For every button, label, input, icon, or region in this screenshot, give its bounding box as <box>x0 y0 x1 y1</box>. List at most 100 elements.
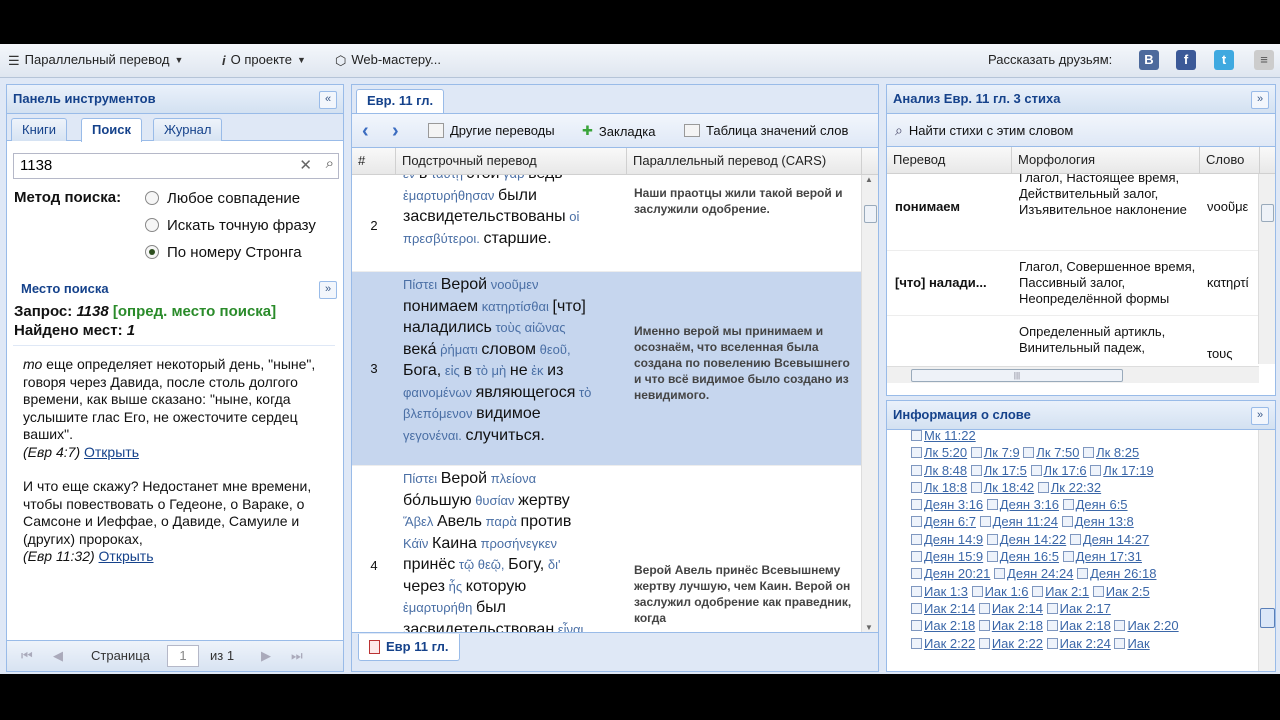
greek-word[interactable]: εἶναι <box>558 622 584 633</box>
reference-link[interactable]: Иак 2:1 <box>1045 584 1089 599</box>
greek-word[interactable]: κατηρτίσθαι <box>482 299 549 314</box>
result-open-link[interactable]: Открыть <box>84 444 139 460</box>
method-any[interactable]: Любое совпадение <box>145 187 335 209</box>
russian-word[interactable]: словом <box>481 341 536 358</box>
greek-word[interactable]: προσήνεγκεν <box>481 536 557 551</box>
reference-link[interactable]: Иак 2:22 <box>924 636 975 651</box>
reference-link[interactable]: Лк 18:8 <box>924 480 967 495</box>
reference-link[interactable]: Деян 26:18 <box>1090 566 1156 581</box>
reference-link[interactable]: Иак 2:14 <box>992 601 1043 616</box>
russian-word[interactable]: старшие. <box>483 230 551 247</box>
russian-word[interactable]: видимое <box>476 405 541 422</box>
scroll-up-icon[interactable]: ▲ <box>865 175 873 184</box>
col-number[interactable]: # <box>352 148 396 174</box>
reference-link[interactable]: Лк 17:5 <box>984 463 1027 478</box>
reference-link[interactable]: Деян 16:5 <box>1000 549 1059 564</box>
reference-link[interactable]: Деян 17:31 <box>1076 549 1142 564</box>
expand-place-icon[interactable]: » <box>319 281 337 299</box>
greek-word[interactable]: Ἅβελ <box>403 514 433 529</box>
greek-word[interactable]: θυσίαν <box>475 493 514 508</box>
greek-word[interactable]: εἰς <box>445 363 460 378</box>
russian-word[interactable]: принёс <box>403 556 455 573</box>
greek-word[interactable]: τὸ μὴ <box>476 363 507 378</box>
col-parallel[interactable]: Параллельный перевод (CARS) <box>627 148 862 174</box>
russian-word[interactable]: через <box>403 578 445 595</box>
greek-word[interactable]: τῷ θεῷ, <box>459 557 505 572</box>
verse-row-selected[interactable]: 3 Πίστει Верой νοοῦμεν понимаем κατηρτίσ… <box>352 272 862 466</box>
reference-link[interactable]: Деян 14:22 <box>1000 532 1066 547</box>
russian-word[interactable]: случиться. <box>465 427 544 444</box>
greek-word[interactable]: γεγονέναι. <box>403 428 462 443</box>
russian-word[interactable]: Каина <box>432 535 477 552</box>
greek-word[interactable]: γὰρ <box>503 175 524 181</box>
greek-word[interactable]: τὸ <box>579 385 591 400</box>
col-morphology[interactable]: Морфология <box>1012 147 1200 173</box>
analysis-row[interactable]: понимаем Глагол, Настоящее время, Действ… <box>887 174 1259 251</box>
greek-word[interactable]: ἐμαρτυρήθη <box>403 600 472 615</box>
bottom-tab-hebrews[interactable]: Евр 11 гл. <box>358 634 460 661</box>
russian-word[interactable]: засвидетельствован <box>403 621 554 633</box>
russian-word[interactable]: бо́льшую <box>403 492 472 509</box>
tab-search[interactable]: Поиск <box>81 118 143 142</box>
reference-link[interactable]: Деян 15:9 <box>924 549 983 564</box>
russian-word[interactable]: которую <box>466 578 527 595</box>
russian-word[interactable]: засвидетельствованы <box>403 208 566 225</box>
scroll-thumb[interactable] <box>864 205 877 223</box>
reference-link[interactable]: Деян 13:8 <box>1075 514 1134 529</box>
other-translations-button[interactable]: Другие переводы <box>428 123 555 138</box>
reference-link[interactable]: Лк 8:25 <box>1096 445 1139 460</box>
scroll-thumb[interactable] <box>1261 204 1274 222</box>
greek-word[interactable]: τοὺς αἰῶνας <box>495 320 565 335</box>
vk-share-button[interactable]: B <box>1139 50 1159 70</box>
reference-link[interactable]: Деян 24:24 <box>1007 566 1073 581</box>
greek-word[interactable]: πλείονα <box>491 471 536 486</box>
russian-word[interactable]: из <box>547 362 563 379</box>
col-translation[interactable]: Перевод <box>887 147 1012 173</box>
reference-link[interactable]: Иак 2:5 <box>1106 584 1150 599</box>
russian-word[interactable]: этой <box>467 175 500 182</box>
reference-link[interactable]: Деян 6:7 <box>924 514 976 529</box>
scroll-thumb[interactable] <box>1260 608 1275 628</box>
reference-link[interactable]: Иак 2:18 <box>924 618 975 633</box>
greek-word[interactable]: δι' <box>548 557 561 572</box>
reference-link[interactable]: Деян 3:16 <box>1000 497 1059 512</box>
page-number-input[interactable]: 1 <box>167 645 199 667</box>
reference-link[interactable]: Деян 14:27 <box>1083 532 1149 547</box>
russian-word[interactable]: не <box>510 362 528 379</box>
next-page-icon[interactable]: ▶ <box>261 648 271 664</box>
menu-parallel-translation[interactable]: ☰ Параллельный перевод ▼ <box>8 51 183 69</box>
info-scrollbar[interactable] <box>1258 430 1275 671</box>
reference-link[interactable]: Лк 18:42 <box>984 480 1034 495</box>
russian-word[interactable]: наладились <box>403 319 492 336</box>
tab-journal[interactable]: Журнал <box>153 118 223 141</box>
search-icon[interactable]: ⌕ <box>326 155 334 172</box>
reference-link[interactable]: Иак 2:18 <box>992 618 1043 633</box>
menu-about[interactable]: i О проекте ▼ <box>222 51 306 69</box>
reference-link[interactable]: Иак 2:20 <box>1127 618 1178 633</box>
reading-scrollbar[interactable]: ▲ ▼ <box>861 175 878 632</box>
analysis-row[interactable]: [что] налади... Глагол, Совершенное врем… <box>887 251 1259 316</box>
verse-row[interactable]: 4 Πίστει Верой πλείονα бо́льшую θυσίαν ж… <box>352 466 862 632</box>
greek-word[interactable]: ἐμαρτυρήθησαν <box>403 188 494 203</box>
greek-word[interactable]: παρὰ <box>486 514 517 529</box>
word-table-button[interactable]: Таблица значений слов <box>684 123 848 138</box>
russian-word[interactable]: были <box>498 187 537 204</box>
more-share-button[interactable]: ≡ <box>1254 50 1274 70</box>
verse-row[interactable]: 2 ἐν в ταύτῃ этой γὰρ ведь ἐμαρτυρήθησαν… <box>352 175 862 272</box>
greek-word[interactable]: Πίστει <box>403 471 437 486</box>
reference-link[interactable]: Лк 17:19 <box>1103 463 1153 478</box>
greek-word[interactable]: ἧς <box>449 579 463 594</box>
hscroll-thumb[interactable]: ||| <box>911 369 1123 382</box>
tab-books[interactable]: Книги <box>11 118 68 141</box>
reference-link[interactable]: Деян 6:5 <box>1076 497 1128 512</box>
result-open-link[interactable]: Открыть <box>99 548 154 564</box>
russian-word[interactable]: в <box>463 362 472 379</box>
greek-word[interactable]: βλεπόμενον <box>403 406 473 421</box>
russian-word[interactable]: Верой <box>441 276 487 293</box>
search-input[interactable] <box>14 154 306 176</box>
reference-link[interactable]: Лк 5:20 <box>924 445 967 460</box>
reference-link[interactable]: Иак 2:24 <box>1060 636 1111 651</box>
russian-word[interactable]: ведь <box>528 175 563 182</box>
russian-word[interactable]: в <box>419 175 428 182</box>
greek-word[interactable]: οἱ <box>569 209 579 224</box>
